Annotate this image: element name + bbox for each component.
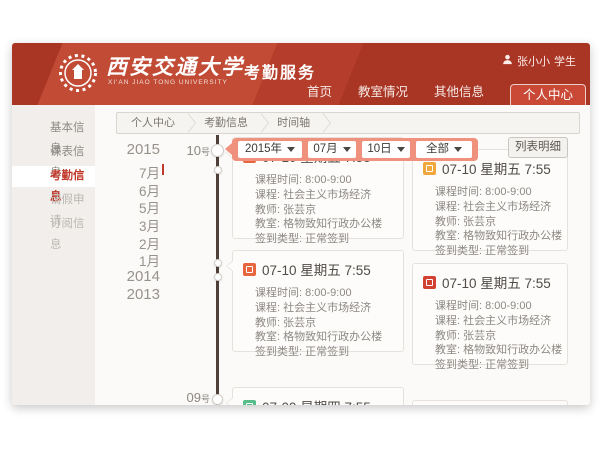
attendance-card: 07-09 星期四 7:55 bbox=[232, 387, 404, 405]
timeline-day-label-10: 10号 bbox=[162, 143, 210, 158]
sidebar-item-subscription[interactable]: 订阅信息 bbox=[12, 214, 95, 235]
app-header: 西安交通大学 XI'AN JIAO TONG UNIVERSITY 考勤服务 张… bbox=[12, 43, 590, 105]
person-icon bbox=[502, 54, 513, 68]
type-select[interactable]: 全部 bbox=[416, 141, 472, 158]
timeline-month-mar[interactable]: 3月 bbox=[108, 215, 160, 235]
card-line-signin-type: 签到类型: 正常签到 bbox=[255, 232, 403, 247]
card-line-course-time: 课程时间: 8:00-9:00 bbox=[255, 173, 403, 188]
card-title: 07-10 星期五 7:55 bbox=[442, 272, 551, 292]
nav-personal-center-active-tab[interactable]: 个人中心 bbox=[510, 84, 586, 105]
card-line-course-time: 课程时间: 8:00-9:00 bbox=[255, 286, 403, 301]
card-line-course: 课程: 社会主义市场经济 bbox=[435, 200, 567, 215]
timeline-node bbox=[214, 273, 222, 281]
app-window: 西安交通大学 XI'AN JIAO TONG UNIVERSITY 考勤服务 张… bbox=[12, 43, 590, 405]
card-line-teacher: 教师: 张芸京 bbox=[255, 203, 403, 218]
university-name-cn: 西安交通大学 bbox=[106, 51, 244, 81]
card-line-classroom: 教室: 格物致知行政办公楼 bbox=[435, 343, 567, 358]
year-select[interactable]: 2015年 bbox=[238, 141, 302, 158]
card-line-signin-type: 签到类型: 正常签到 bbox=[435, 358, 567, 373]
timeline-year-2013[interactable]: 2013 bbox=[108, 286, 160, 303]
card-line-classroom: 教室: 格物致知行政办公楼 bbox=[255, 330, 403, 345]
main-nav: 首页 教室情况 其他信息 个人中心 bbox=[307, 81, 586, 105]
nav-classrooms[interactable]: 教室情况 bbox=[358, 81, 408, 105]
university-logo-icon bbox=[58, 53, 98, 93]
day-select[interactable]: 10日 bbox=[362, 141, 410, 158]
card-line-teacher: 教师: 张芸京 bbox=[435, 215, 567, 230]
app-title: 考勤服务 bbox=[244, 59, 316, 83]
card-line-course-time: 课程时间: 8:00-9:00 bbox=[435, 185, 567, 200]
chevron-down-icon bbox=[454, 147, 462, 152]
chevron-down-icon bbox=[397, 147, 405, 152]
attendance-type-icon bbox=[243, 400, 256, 406]
card-line-signin-type: 签到类型: 正常签到 bbox=[435, 244, 567, 259]
timeline-node bbox=[214, 166, 222, 174]
attendance-card bbox=[412, 400, 568, 405]
timeline-year-2014[interactable]: 2014 bbox=[108, 268, 160, 285]
sidebar: 基本信息 课表信息 考勤信息 请假申请 订阅信息 bbox=[12, 105, 95, 405]
card-line-teacher: 教师: 张芸京 bbox=[435, 329, 567, 344]
attendance-type-icon bbox=[423, 162, 436, 175]
nav-other-info[interactable]: 其他信息 bbox=[434, 81, 484, 105]
breadcrumb-attendance[interactable]: 考勤信息 bbox=[190, 113, 260, 133]
user-name: 张小小 bbox=[517, 53, 550, 69]
attendance-card: 07-10 星期五 7:55 课程时间: 8:00-9:00 课程: 社会主义市… bbox=[232, 250, 404, 352]
card-line-classroom: 教室: 格物致知行政办公楼 bbox=[255, 217, 403, 232]
timeline-node bbox=[214, 259, 222, 267]
chevron-down-icon bbox=[287, 147, 295, 152]
card-line-course-time: 课程时间: 8:00-9:00 bbox=[435, 299, 567, 314]
date-filter-callout: 2015年 07月 10日 全部 bbox=[232, 138, 478, 161]
card-title: 07-10 星期五 7:55 bbox=[262, 259, 371, 279]
university-name-en: XI'AN JIAO TONG UNIVERSITY bbox=[108, 79, 228, 86]
timeline-axis bbox=[216, 135, 219, 405]
breadcrumb: 个人中心 考勤信息 时间轴 bbox=[116, 112, 580, 134]
attendance-card: 07-10 星期五 7:55 课程时间: 8:00-9:00 课程: 社会主义市… bbox=[412, 149, 568, 251]
card-title: 07-10 星期五 7:55 bbox=[442, 158, 551, 178]
card-line-signin-type: 签到类型: 正常签到 bbox=[255, 345, 403, 360]
timeline-month-jan[interactable]: 1月 bbox=[108, 250, 160, 270]
breadcrumb-personal-center[interactable]: 个人中心 bbox=[117, 113, 187, 133]
attendance-card: 07-10 星期五 7:55 课程时间: 8:00-9:00 课程: 社会主义市… bbox=[412, 263, 568, 365]
sidebar-item-leave-request[interactable]: 请假申请 bbox=[12, 190, 95, 211]
timeline-node-day bbox=[212, 394, 223, 405]
card-line-course: 课程: 社会主义市场经济 bbox=[255, 301, 403, 316]
card-line-course: 课程: 社会主义市场经济 bbox=[435, 314, 567, 329]
user-role: 学生 bbox=[554, 53, 576, 69]
list-detail-button[interactable]: 列表明细 bbox=[508, 137, 568, 158]
timeline-month-jul[interactable]: 7月 bbox=[108, 162, 160, 182]
month-select[interactable]: 07月 bbox=[308, 141, 356, 158]
chevron-down-icon bbox=[343, 147, 351, 152]
sidebar-item-basic-info[interactable]: 基本信息 bbox=[12, 118, 95, 139]
timeline-node-day bbox=[211, 144, 224, 157]
card-line-course: 课程: 社会主义市场经济 bbox=[255, 188, 403, 203]
timeline-day-label-09: 09号 bbox=[162, 390, 210, 405]
timeline-year-2015[interactable]: 2015 bbox=[108, 141, 160, 158]
nav-home[interactable]: 首页 bbox=[307, 81, 332, 105]
timeline-month-may[interactable]: 5月 bbox=[108, 197, 160, 217]
user-menu[interactable]: 张小小 学生 bbox=[502, 53, 576, 69]
attendance-type-icon bbox=[423, 276, 436, 289]
attendance-type-icon bbox=[243, 263, 256, 276]
selected-month-marker bbox=[162, 164, 164, 175]
sidebar-item-attendance[interactable]: 考勤信息 bbox=[12, 166, 95, 187]
card-title: 07-09 星期四 7:55 bbox=[262, 396, 371, 405]
sidebar-item-schedule[interactable]: 课表信息 bbox=[12, 142, 95, 163]
card-line-teacher: 教师: 张芸京 bbox=[255, 316, 403, 331]
breadcrumb-timeline[interactable]: 时间轴 bbox=[263, 113, 322, 133]
card-line-classroom: 教室: 格物致知行政办公楼 bbox=[435, 229, 567, 244]
